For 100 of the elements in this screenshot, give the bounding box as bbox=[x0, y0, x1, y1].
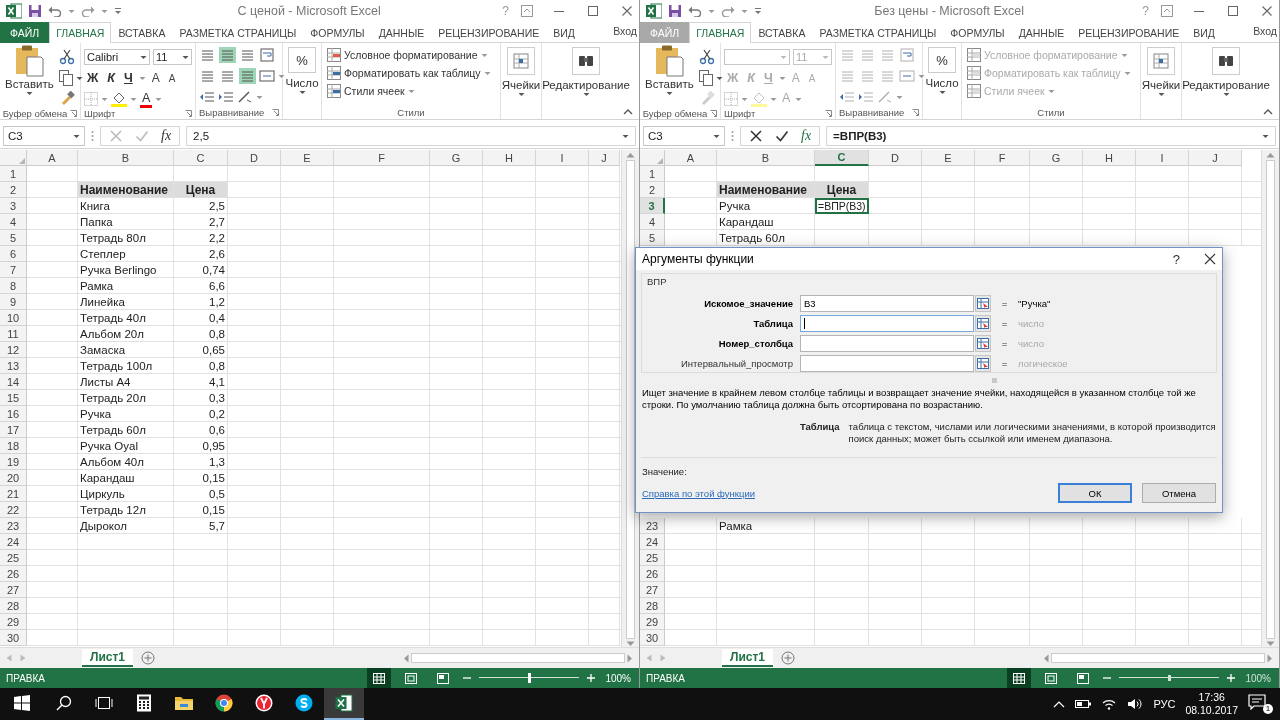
caret-icon[interactable] bbox=[938, 90, 946, 95]
view-button[interactable] bbox=[367, 668, 392, 688]
argument-field[interactable] bbox=[800, 354, 974, 372]
column-header[interactable]: A bbox=[27, 150, 78, 166]
row-header[interactable]: 11 bbox=[0, 326, 27, 342]
zoom-level-button[interactable]: 100% bbox=[603, 672, 633, 684]
row-header[interactable]: 3 bbox=[640, 198, 665, 214]
column-header[interactable]: D bbox=[869, 150, 922, 166]
increase-indent-icon[interactable] bbox=[218, 90, 234, 104]
scroll-right-icon[interactable] bbox=[1267, 653, 1273, 663]
row-header[interactable]: 30 bbox=[640, 630, 665, 646]
collapse-ribbon-icon[interactable] bbox=[1263, 108, 1273, 115]
close-icon[interactable] bbox=[621, 5, 633, 17]
row-header[interactable]: 24 bbox=[0, 534, 27, 550]
ribbon-tab[interactable]: ДАННЫЕ bbox=[371, 22, 432, 43]
row-header[interactable]: 13 bbox=[0, 358, 27, 374]
row-header[interactable]: 29 bbox=[0, 614, 27, 630]
cells-button[interactable]: Ячейки bbox=[504, 47, 538, 97]
dialog-button[interactable]: ОК bbox=[1058, 483, 1132, 503]
caret-icon[interactable] bbox=[182, 54, 189, 60]
decrease-indent-icon[interactable] bbox=[839, 90, 855, 104]
font-size-step-button[interactable]: A bbox=[165, 72, 179, 84]
name-box[interactable]: C3 bbox=[643, 126, 725, 146]
column-header[interactable]: G bbox=[430, 150, 483, 166]
ribbon-tab[interactable]: РЕЦЕНЗИРОВАНИЕ bbox=[1071, 22, 1187, 43]
copy-icon[interactable] bbox=[58, 70, 73, 86]
row-header[interactable]: 7 bbox=[0, 262, 27, 278]
row-header[interactable]: 12 bbox=[0, 342, 27, 358]
column-header[interactable]: G bbox=[1030, 150, 1083, 166]
notifications-icon[interactable] bbox=[1248, 694, 1266, 710]
caret-icon[interactable] bbox=[298, 90, 306, 95]
argument-field[interactable] bbox=[800, 334, 974, 352]
column-header[interactable]: F bbox=[334, 150, 430, 166]
formula-field[interactable]: =ВПР(B3) bbox=[826, 126, 1276, 146]
select-all-corner[interactable] bbox=[0, 150, 27, 166]
row-header[interactable]: 10 bbox=[0, 310, 27, 326]
customize-icon[interactable] bbox=[754, 7, 762, 15]
caret-icon[interactable] bbox=[517, 92, 525, 97]
add-sheet-icon[interactable] bbox=[141, 651, 156, 665]
increase-indent-icon[interactable] bbox=[858, 90, 874, 104]
ribbon-display-icon[interactable] bbox=[521, 5, 533, 17]
fill-color-icon[interactable] bbox=[751, 91, 767, 107]
align-icon[interactable] bbox=[199, 68, 216, 84]
column-header[interactable]: C bbox=[174, 150, 228, 166]
customize-icon[interactable] bbox=[114, 7, 122, 15]
zoom-in-icon[interactable] bbox=[587, 674, 596, 682]
dialog-launcher-icon[interactable] bbox=[185, 110, 192, 117]
dialog-launcher-icon[interactable] bbox=[825, 110, 832, 117]
row-header[interactable]: 29 bbox=[640, 614, 665, 630]
row-header[interactable]: 2 bbox=[640, 182, 665, 198]
redo-icon[interactable] bbox=[81, 5, 95, 17]
dialog-launcher-icon[interactable] bbox=[912, 109, 919, 116]
align-icon[interactable] bbox=[239, 68, 256, 84]
battery-icon[interactable] bbox=[1075, 699, 1092, 709]
caret-icon[interactable] bbox=[1262, 133, 1269, 139]
caret-icon[interactable] bbox=[73, 133, 80, 139]
text-style-button[interactable]: Ч bbox=[121, 71, 136, 85]
collapse-dialog-button[interactable] bbox=[975, 314, 991, 332]
insert-function-button[interactable]: fx bbox=[801, 128, 812, 144]
row-header[interactable]: 5 bbox=[640, 230, 665, 246]
align-icon[interactable] bbox=[239, 47, 256, 63]
wrap-text-icon[interactable] bbox=[259, 47, 275, 63]
ribbon-tab[interactable]: ФОРМУЛЫ bbox=[943, 22, 1012, 43]
ribbon-tab[interactable]: ВСТАВКА bbox=[111, 22, 173, 43]
row-header[interactable]: 18 bbox=[0, 438, 27, 454]
cancel-icon[interactable] bbox=[749, 129, 763, 143]
clock[interactable]: 17:36 08.10.2017 bbox=[1185, 691, 1238, 717]
wrap-text-icon[interactable] bbox=[899, 47, 915, 63]
column-header[interactable]: B bbox=[717, 150, 815, 166]
ribbon-tab[interactable]: ГЛАВНАЯ bbox=[689, 22, 752, 43]
caret-icon[interactable] bbox=[715, 75, 723, 81]
zoom-slider[interactable] bbox=[1119, 672, 1220, 684]
ribbon-tab[interactable]: ВИД bbox=[546, 22, 582, 43]
align-icon[interactable] bbox=[219, 47, 236, 63]
sign-in-link[interactable]: Вход bbox=[613, 22, 639, 42]
scroll-up-icon[interactable] bbox=[1266, 152, 1275, 158]
dialog-launcher-icon[interactable] bbox=[272, 109, 279, 116]
row-header[interactable]: 26 bbox=[640, 566, 665, 582]
paste-button[interactable]: Вставить bbox=[3, 45, 56, 107]
dialog-launcher-icon[interactable] bbox=[710, 109, 718, 117]
zoom-out-icon[interactable] bbox=[1103, 674, 1112, 682]
borders-icon[interactable] bbox=[724, 92, 738, 106]
column-header[interactable]: J bbox=[589, 150, 620, 166]
row-header[interactable]: 17 bbox=[0, 422, 27, 438]
undo-icon[interactable] bbox=[688, 5, 702, 17]
font-name-field[interactable] bbox=[724, 49, 790, 65]
dialog-button[interactable]: Отмена bbox=[1142, 483, 1216, 503]
confirm-icon[interactable] bbox=[775, 129, 789, 143]
collapse-ribbon-icon[interactable] bbox=[623, 108, 633, 115]
row-header[interactable]: 27 bbox=[640, 582, 665, 598]
caret-icon[interactable] bbox=[713, 133, 720, 139]
collapse-dialog-button[interactable] bbox=[975, 354, 991, 372]
ribbon-tab[interactable]: ФАЙЛ bbox=[0, 22, 50, 43]
vertical-scrollbar[interactable] bbox=[1261, 150, 1279, 647]
ribbon-tab[interactable]: РЕЦЕНЗИРОВАНИЕ bbox=[431, 22, 547, 43]
row-header[interactable]: 4 bbox=[0, 214, 27, 230]
horizontal-scrollbar[interactable] bbox=[1043, 652, 1273, 664]
row-header[interactable]: 27 bbox=[0, 582, 27, 598]
view-button[interactable] bbox=[1007, 668, 1032, 688]
help-button[interactable]: ? bbox=[1166, 250, 1186, 268]
